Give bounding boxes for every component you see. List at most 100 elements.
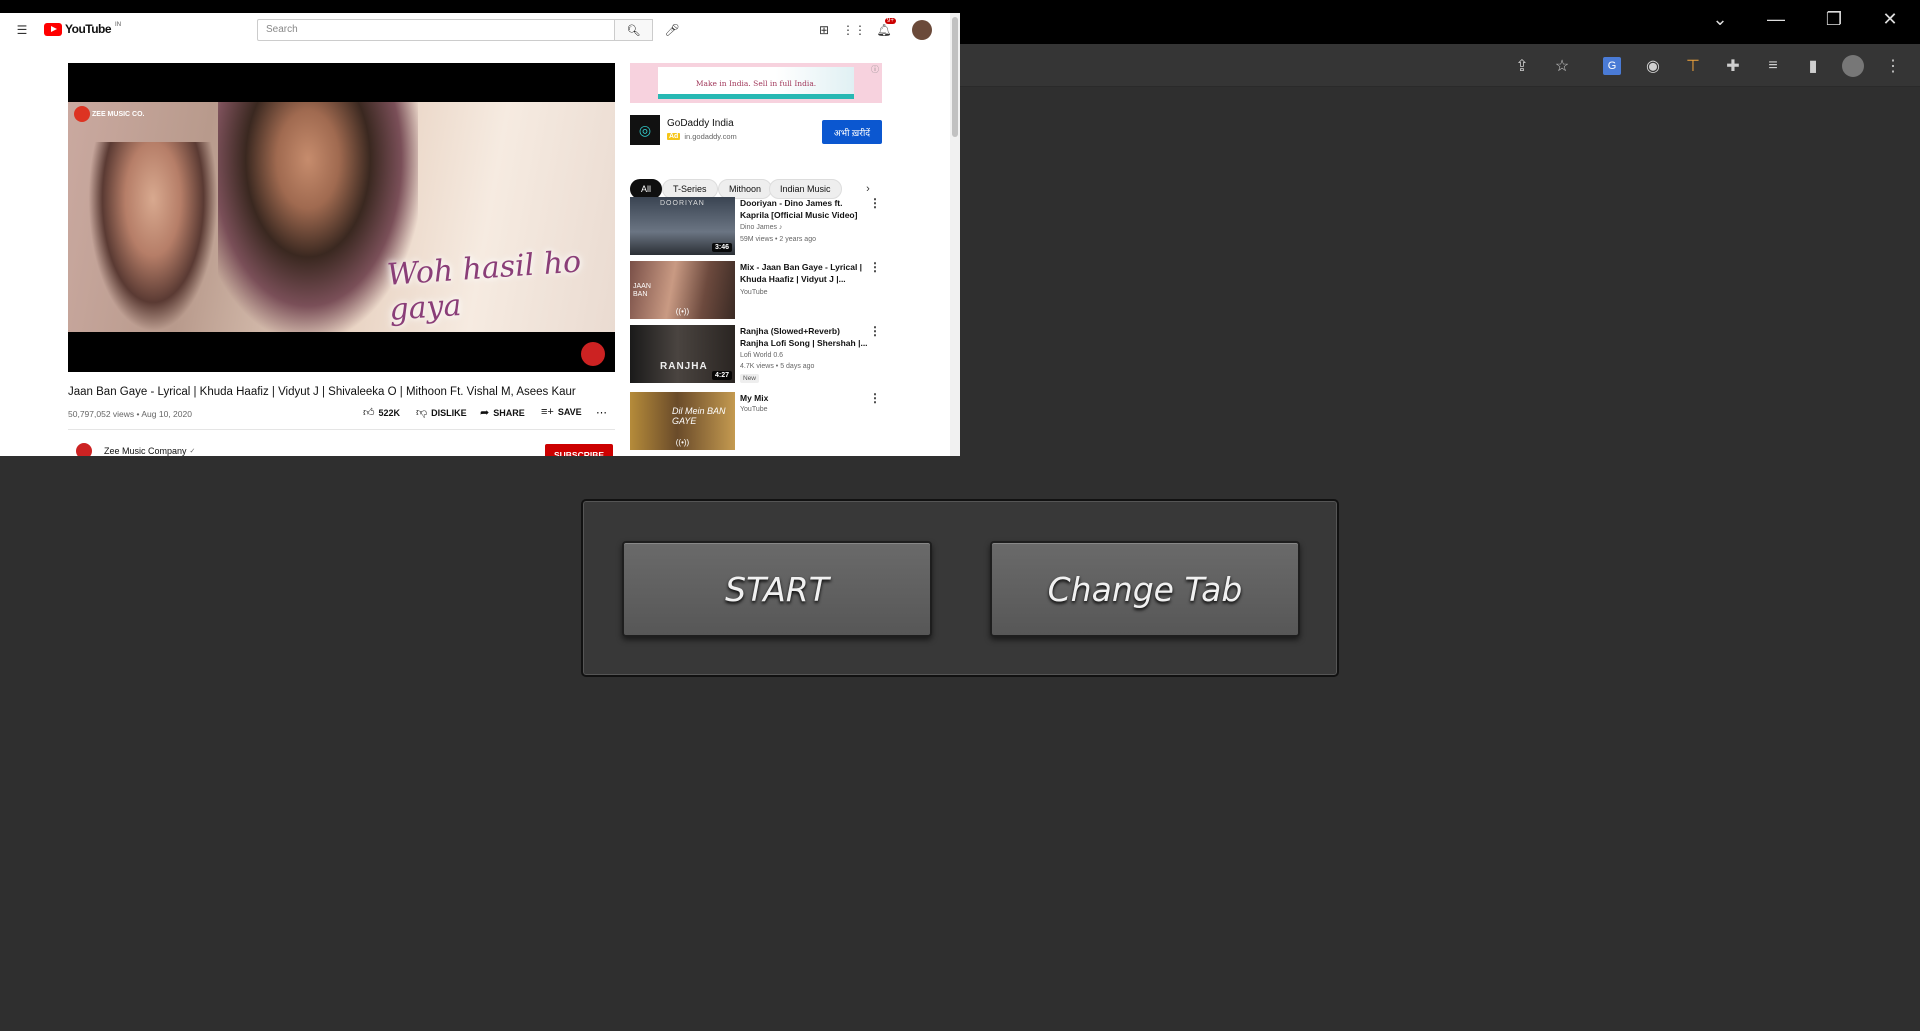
chip-indian-music[interactable]: Indian Music xyxy=(769,179,842,199)
notification-count-badge: 9+ xyxy=(885,18,896,24)
ad-domain: in.godaddy.com xyxy=(684,132,737,141)
more-vertical-icon[interactable]: ⋮ xyxy=(869,325,881,337)
list-item[interactable]: DOORIYAN 3:46 Dooriyan - Dino James ft. … xyxy=(630,197,882,255)
rec-meta: 4.7K views • 5 days ago xyxy=(740,363,815,370)
thumbnail-text: DOORIYAN xyxy=(660,200,705,207)
share-label: SHARE xyxy=(493,407,525,418)
chip-mithoon[interactable]: Mithoon xyxy=(718,179,773,199)
rec-channel: Dino James ♪ xyxy=(740,224,783,231)
rec-title: My Mix xyxy=(740,393,769,403)
share-icon[interactable]: ⇪ xyxy=(1509,53,1535,79)
hamburger-menu-icon[interactable]: ☰ xyxy=(14,22,30,38)
save-button[interactable]: ≡+ SAVE xyxy=(541,406,582,418)
extension-orange-icon[interactable]: ⊤ xyxy=(1680,53,1706,79)
restore-button[interactable]: ❐ xyxy=(1806,0,1862,38)
playlist-add-icon: ≡+ xyxy=(541,406,554,418)
control-panel: START Change Tab xyxy=(581,499,1339,677)
channel-avatar[interactable] xyxy=(76,443,92,456)
rec-meta: 59M views • 2 years ago xyxy=(740,236,816,243)
divider xyxy=(68,429,615,430)
like-button[interactable]: 👍︎ 522K xyxy=(363,406,400,419)
notifications-bell-icon[interactable]: 🔔︎ 9+ xyxy=(876,18,896,38)
youtube-header: ☰ YouTube IN Search 🔍︎ 🎤︎ ⊞ ⋮⋮ 🔔︎ 9+ xyxy=(0,13,960,47)
thumbs-down-icon: 👎︎ xyxy=(416,407,428,419)
search-button[interactable]: 🔍︎ xyxy=(615,19,653,41)
zee-music-watermark: ZEE MUSIC CO. xyxy=(74,106,145,122)
list-item[interactable]: RANJHA 4:27 Ranjha (Slowed+Reverb) Ranjh… xyxy=(630,325,882,383)
youtube-logo[interactable]: YouTube IN xyxy=(44,22,121,36)
video-thumbnail: JAAN BAN ((•)) xyxy=(630,261,735,319)
mix-icon: ((•)) xyxy=(675,307,690,316)
more-horizontal-icon: ⋯ xyxy=(596,407,607,419)
godaddy-logo-icon: ◎ xyxy=(630,115,660,145)
lyric-caption: Woh hasil ho gaya xyxy=(385,244,583,328)
info-icon[interactable]: ⓘ xyxy=(871,64,879,75)
ad-card[interactable]: ◎ GoDaddy India Ad in.godaddy.com अभी ख़… xyxy=(630,115,882,145)
rec-title: Mix - Jaan Ban Gaye - Lyrical | Khuda Ha… xyxy=(740,262,863,284)
bookmark-star-icon[interactable]: ☆ xyxy=(1549,53,1575,79)
channel-name[interactable]: Zee Music Company xyxy=(104,446,187,456)
chrome-menu-icon[interactable]: ⋮ xyxy=(1880,53,1906,79)
side-panel-icon[interactable]: ▮ xyxy=(1800,53,1826,79)
share-arrow-icon: ➦ xyxy=(480,407,490,419)
camera-icon[interactable]: ◉ xyxy=(1640,53,1666,79)
create-video-icon[interactable]: ⊞ xyxy=(816,22,832,38)
change-tab-button[interactable]: Change Tab xyxy=(990,541,1300,637)
ad-domain-row: Ad in.godaddy.com xyxy=(667,132,737,141)
list-item[interactable]: JAAN BAN ((•)) Mix - Jaan Ban Gaye - Lyr… xyxy=(630,261,882,319)
profile-avatar[interactable] xyxy=(1840,53,1866,79)
search-input[interactable]: Search xyxy=(257,19,615,41)
thumbs-up-icon: 👍︎ xyxy=(363,407,375,419)
zee-logo-icon xyxy=(74,106,90,122)
list-item[interactable]: Dil Mein BAN GAYE ((•)) My Mix YouTube ⋮ xyxy=(630,392,882,450)
media-queue-icon[interactable]: ≡ xyxy=(1760,53,1786,79)
close-window-button[interactable]: ✕ xyxy=(1862,0,1918,38)
chip-t-series[interactable]: T-Series xyxy=(662,179,718,199)
extensions-puzzle-icon[interactable]: ✚ xyxy=(1720,53,1746,79)
video-title: Jaan Ban Gaye - Lyrical | Khuda Haafiz |… xyxy=(68,386,576,398)
rec-channel: YouTube xyxy=(740,406,768,413)
channel-row: Zee Music Company ✓ xyxy=(76,443,195,456)
thumbnail-text: Dil Mein BAN GAYE xyxy=(672,406,726,426)
ad-banner[interactable]: Make in India. Sell in full India. xyxy=(630,63,882,103)
apps-grid-icon[interactable]: ⋮⋮ xyxy=(842,22,866,38)
video-player[interactable]: ZEE MUSIC CO. Woh hasil ho gaya xyxy=(68,63,615,372)
video-meta: 50,797,052 views • Aug 10, 2020 xyxy=(68,409,192,419)
save-label: SAVE xyxy=(557,407,582,417)
ad-banner-text: Make in India. Sell in full India. xyxy=(658,67,854,99)
start-button[interactable]: START xyxy=(622,541,932,637)
video-thumbnail: RANJHA 4:27 xyxy=(630,325,735,383)
youtube-logo-text: YouTube xyxy=(65,22,112,36)
duration-badge: 3:46 xyxy=(711,243,732,252)
zee-corner-logo-icon xyxy=(581,342,605,366)
minimize-button[interactable]: — xyxy=(1748,0,1804,38)
thumbnail-text: RANJHA xyxy=(660,361,708,372)
youtube-window: ☰ YouTube IN Search 🔍︎ 🎤︎ ⊞ ⋮⋮ 🔔︎ 9+ ZEE… xyxy=(0,13,960,456)
chip-all[interactable]: All xyxy=(630,179,663,199)
scrollbar-thumb[interactable] xyxy=(952,17,958,137)
video-frame: ZEE MUSIC CO. Woh hasil ho gaya xyxy=(68,102,615,332)
tab-search-icon[interactable]: ⌄ xyxy=(1692,0,1748,38)
more-vertical-icon[interactable]: ⋮ xyxy=(869,197,881,209)
like-count: 522K xyxy=(378,407,401,418)
watermark-text: ZEE MUSIC CO. xyxy=(92,110,145,118)
mix-icon: ((•)) xyxy=(675,438,690,447)
account-avatar[interactable] xyxy=(912,20,932,40)
new-badge: New xyxy=(740,374,760,383)
dislike-button[interactable]: 👎︎ DISLIKE xyxy=(416,406,467,419)
subscribe-button[interactable]: SUBSCRIBE xyxy=(545,444,613,456)
more-vertical-icon[interactable]: ⋮ xyxy=(869,392,881,404)
region-label: IN xyxy=(115,22,122,28)
scrollbar[interactable] xyxy=(950,13,960,456)
microphone-icon[interactable]: 🎤︎ xyxy=(664,22,680,38)
duration-badge: 4:27 xyxy=(711,371,732,380)
share-button[interactable]: ➦ SHARE xyxy=(480,406,525,419)
translate-icon[interactable]: G xyxy=(1599,53,1625,79)
youtube-play-icon xyxy=(44,22,62,36)
more-actions-button[interactable]: ⋯ xyxy=(596,406,607,419)
ad-cta-button[interactable]: अभी ख़रीदें xyxy=(822,120,882,144)
video-thumbnail: DOORIYAN 3:46 xyxy=(630,197,735,255)
thumbnail-text: JAAN BAN xyxy=(633,283,651,298)
rec-channel: YouTube xyxy=(740,289,768,296)
more-vertical-icon[interactable]: ⋮ xyxy=(869,261,881,273)
